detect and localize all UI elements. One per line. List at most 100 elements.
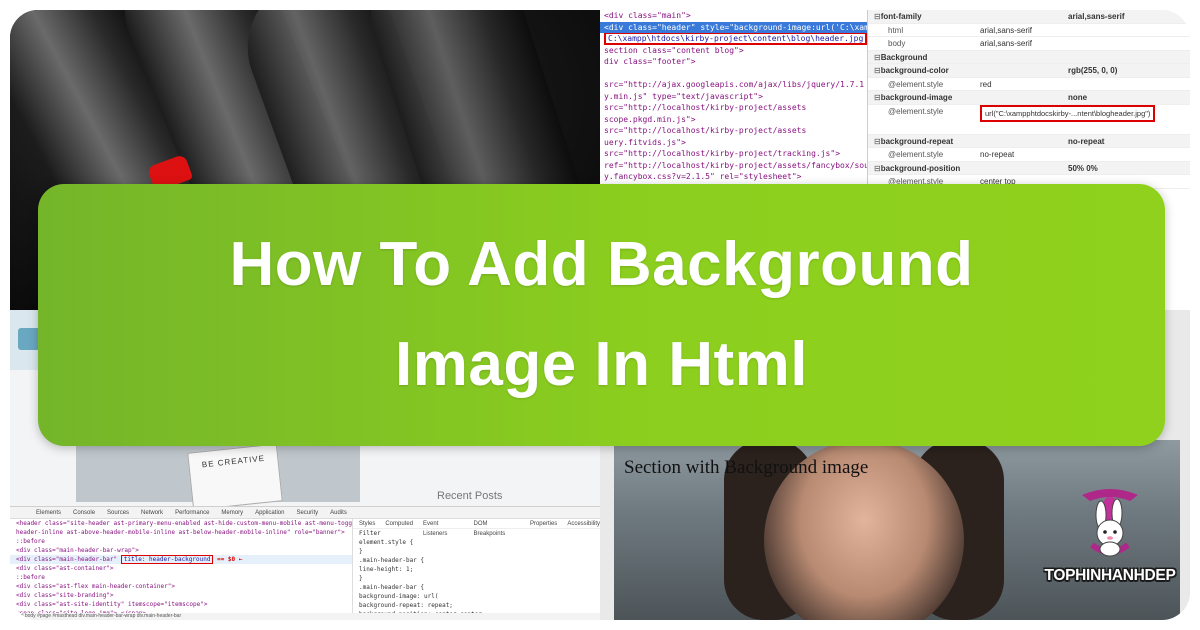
style-row: @element.style no-repeat — [868, 148, 1190, 162]
code-line: src="http://localhost/kirby-project/trac… — [604, 149, 841, 158]
style-row: background-imagenone — [868, 91, 1190, 105]
style-row: Background — [868, 50, 1190, 64]
title-line-1: How To Add Background — [229, 230, 974, 299]
style-row: background-position50% 0% — [868, 161, 1190, 175]
style-rule-line: background-image: url( — [359, 593, 439, 600]
style-value: 50% 0% — [1068, 163, 1098, 173]
style-value: no-repeat — [980, 150, 1015, 159]
be-creative-text: BE CREATIVE — [201, 453, 266, 470]
dom-text: header-inline ast-above-header-mobile-in… — [16, 529, 345, 536]
styles-tab: Accessibility — [567, 521, 600, 527]
style-key: @element.style — [888, 79, 944, 89]
styles-tab-bar: Styles Computed Event Listeners DOM Breakpo… — [353, 519, 600, 537]
style-value: arial,sans-serif — [980, 25, 1033, 35]
code-line: src="http://localhost/kirby-project/asse… — [604, 126, 807, 135]
style-key: Background — [868, 51, 1068, 64]
style-key: @element.style — [888, 106, 944, 116]
style-rule-line: line-height: 1; — [359, 566, 414, 573]
dom-text: <div class="main-header-bar" — [16, 556, 121, 563]
recent-posts-heading: Recent Posts — [437, 490, 503, 502]
devtools-tab: Performance — [175, 510, 210, 516]
style-row: @element.style url("C:\xampphtdocskirby-.… — [868, 104, 1190, 135]
styles-tab: Event Listeners — [423, 521, 448, 537]
style-rule-line: element.style { — [359, 539, 414, 546]
devtools-tab: Sources — [107, 510, 130, 516]
code-line: y.min.js" type="text/javascript"> — [604, 91, 763, 101]
devtools-styles-panel: Styles Computed Event Listeners DOM Breakpo… — [352, 519, 600, 620]
devtools-tab: Audits — [330, 510, 347, 516]
dom-text: <div class="main-header-bar-wrap"> — [16, 547, 139, 554]
rabbit-mascot-icon — [1082, 489, 1138, 557]
styles-tab: Styles — [359, 521, 376, 527]
styles-tab: Properties — [529, 521, 558, 527]
dom-line: <div class="ast-flex main-header-contain… — [10, 582, 352, 591]
dom-line: <div class="ast-container"> — [10, 564, 352, 573]
styles-tab: DOM Breakpoints — [473, 521, 506, 537]
code-line: section class="content blog"> — [604, 45, 744, 55]
highlighted-path: C:\xampp\htdocs\kirby-project\content\bl… — [604, 33, 867, 45]
dom-text: ::before — [16, 538, 45, 545]
code-line: src="http://ajax.googleapis.com/ajax/lib… — [604, 80, 865, 89]
code-line: C:\xampp\htdocs\kirby-project\content\bl… — [600, 33, 867, 45]
dom-text: ::before — [16, 574, 45, 581]
style-value: rgb(255, 0, 0) — [1068, 66, 1118, 75]
dom-line: <div class="main-header-bar-wrap"> — [10, 546, 352, 555]
style-row: background-repeatno-repeat — [868, 134, 1190, 148]
code-line: ref="http://localhost/kirby-project/asse… — [604, 160, 867, 170]
section-caption: Section with Background image — [624, 457, 869, 478]
style-rule-line: } — [359, 575, 363, 582]
dom-line: <header class="site-header ast-primary-m… — [10, 519, 352, 528]
brand-logo: TOPHINHANHDEP — [1030, 485, 1190, 605]
devtools-tab: Console — [73, 510, 96, 516]
dom-text: <header class="site-header ast-primary-m… — [16, 520, 352, 527]
devtools-tab: Network — [141, 510, 164, 516]
devtools-tab: Memory — [221, 510, 244, 516]
style-rule-line: background-repeat: repeat; — [359, 602, 453, 609]
dom-line: <div class="site-branding"> — [10, 591, 352, 600]
style-key: @element.style — [888, 150, 944, 159]
site-logo — [18, 328, 40, 350]
title-line-2: Image In Html — [394, 330, 808, 399]
style-value: url("C:\xampphtdocskirby-...ntent\bloghe… — [980, 104, 1190, 134]
dom-text: <div class="ast-flex main-header-contain… — [16, 583, 175, 590]
devtools-tab: Security — [296, 510, 319, 516]
style-value: none — [1068, 93, 1088, 102]
brand-name: TOPHINHANHDEP — [1044, 567, 1176, 584]
devtools-tab-bar: Elements Console Sources Network Performance… — [10, 507, 600, 519]
style-row: html arial,sans-serif — [868, 24, 1190, 37]
style-rule-line: } — [359, 548, 363, 555]
dom-text: <div class="site-branding"> — [16, 592, 114, 599]
code-line: div class="footer"> — [604, 57, 696, 66]
highlighted-url: url("C:\xampphtdocskirby-...ntent\bloghe… — [980, 104, 1156, 122]
code-line: scope.pkgd.min.js"> — [604, 114, 696, 124]
dom-line: ::before — [10, 573, 352, 582]
style-row: font-familyarial,sans-serif — [868, 10, 1190, 24]
dom-line: header-inline ast-above-header-mobile-in… — [10, 528, 352, 537]
styles-tab: Computed — [385, 521, 414, 527]
dom-line: <div class="ast-site-identity" itemscope… — [10, 600, 352, 609]
code-line: <div class="main"> — [604, 11, 691, 20]
style-key: background-repeat — [868, 135, 1068, 148]
devtools-tab: Elements — [36, 510, 62, 516]
style-value: arial,sans-serif — [980, 39, 1033, 48]
code-line: uery.fitvids.js"> — [604, 137, 686, 147]
style-key: font-family — [868, 10, 1068, 23]
styles-rules: Filter element.style {} .main-header-bar {… — [353, 529, 600, 619]
dom-text: <div class="ast-container"> — [16, 565, 114, 572]
be-creative-card: BE CREATIVE — [187, 443, 283, 511]
style-key: background-position — [868, 162, 1068, 175]
code-line: <div class="header" style="background-im… — [600, 21, 867, 33]
thumbnail-frame: <div class="main"> <div class="header" st… — [0, 0, 1200, 630]
style-value: red — [980, 79, 992, 89]
style-value: arial,sans-serif — [1068, 12, 1125, 21]
devtools-tab: Application — [255, 510, 285, 516]
devtools-panel-bottom: Elements Console Sources Network Performance… — [10, 506, 600, 620]
devtools-dom-tree: <header class="site-header ast-primary-m… — [10, 519, 352, 620]
style-key: body — [888, 39, 906, 48]
style-row: @element.style red — [868, 78, 1190, 91]
style-key: background-color — [868, 64, 1068, 77]
devtools-breadcrumbs: html body #page #masthead div.main-heade… — [10, 613, 600, 620]
style-rule-line: .main-header-bar { — [359, 584, 425, 591]
style-row: body arial,sans-serif — [868, 37, 1190, 51]
